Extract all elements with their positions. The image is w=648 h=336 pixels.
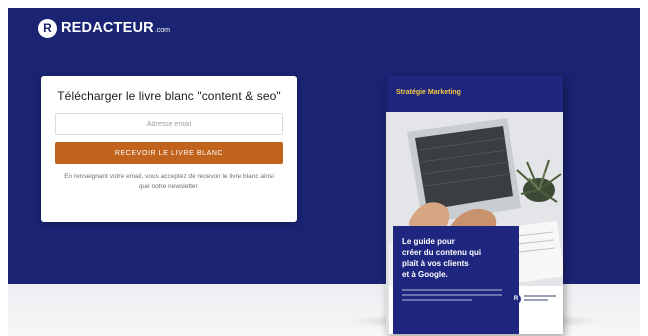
cover-header-title: Stratégie Marketing bbox=[396, 89, 461, 96]
page: R REDACTEUR .com Télécharger le livre bl… bbox=[0, 0, 648, 336]
cover-logo-r-icon: R bbox=[511, 294, 521, 304]
newsletter-disclaimer: En renseignant votre email, vous accepte… bbox=[64, 173, 274, 190]
logo-tld: .com bbox=[154, 26, 171, 34]
cover-headline: Le guide pour créer du contenu qui plaît… bbox=[402, 237, 482, 279]
cover-logo-lines bbox=[524, 295, 556, 303]
site-logo[interactable]: R REDACTEUR .com bbox=[38, 17, 170, 39]
email-input[interactable] bbox=[55, 113, 283, 135]
cover-header: Stratégie Marketing bbox=[386, 76, 563, 112]
cover-fine-print-lines bbox=[402, 289, 502, 304]
cover-headline-panel: Le guide pour créer du contenu qui plaît… bbox=[393, 226, 519, 334]
logo-r-icon: R bbox=[38, 18, 57, 38]
logo-name: REDACTEUR bbox=[61, 20, 154, 36]
cover-spine bbox=[386, 76, 389, 334]
whitepaper-form-card: Télécharger le livre blanc "content & se… bbox=[41, 76, 297, 222]
receive-whitepaper-button[interactable]: RECEVOIR LE LIVRE BLANC bbox=[55, 142, 283, 164]
whitepaper-cover: Stratégie Marketing Le guide pour créer … bbox=[386, 76, 563, 334]
form-title: Télécharger le livre blanc "content & se… bbox=[57, 89, 281, 103]
